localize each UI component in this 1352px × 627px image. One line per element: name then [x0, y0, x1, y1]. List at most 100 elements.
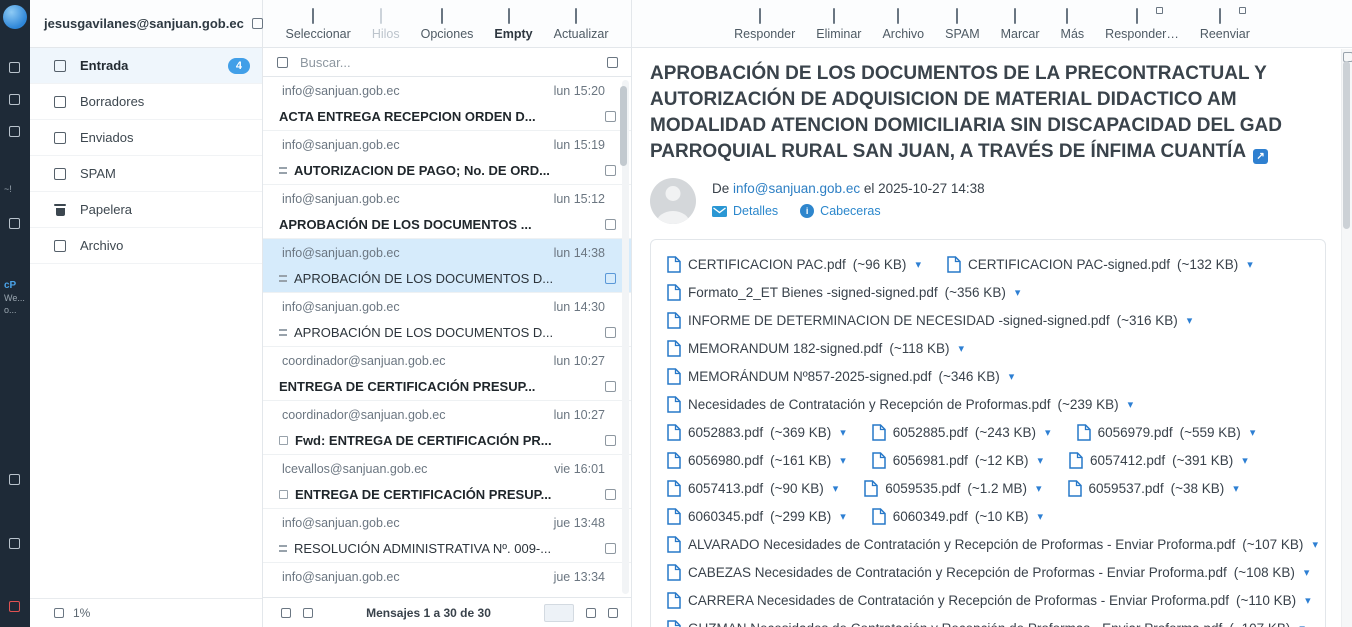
flag-checkbox[interactable] — [605, 381, 616, 392]
attachment-item[interactable]: Necesidades de Contratación y Recepción … — [667, 396, 1133, 413]
attachment-item[interactable]: CERTIFICACION PAC.pdf (~96 KB) ▾ — [667, 256, 921, 273]
attachment-item[interactable]: 6056979.pdf (~559 KB) ▾ — [1077, 424, 1256, 441]
list-options-icon[interactable] — [303, 608, 313, 618]
attachment-item[interactable]: 6060345.pdf (~299 KB) ▾ — [667, 508, 846, 525]
attachment-menu-caret[interactable]: ▾ — [840, 454, 846, 467]
attachment-item[interactable]: CABEZAS Necesidades de Contratación y Re… — [667, 564, 1309, 581]
attachment-menu-caret[interactable]: ▾ — [1187, 314, 1193, 327]
flag-checkbox[interactable] — [605, 489, 616, 500]
folder-item[interactable]: Entrada 4 — [30, 48, 262, 84]
attachment-item[interactable]: ALVARADO Necesidades de Contratación y R… — [667, 536, 1318, 553]
folder-item[interactable]: Papelera — [30, 192, 262, 228]
reader-toolbar-button[interactable]: Reenviar — [1200, 7, 1250, 47]
select-all-icon[interactable] — [281, 608, 291, 618]
list-toolbar-button[interactable]: Actualizar — [554, 7, 609, 47]
reader-toolbar-button[interactable]: Más — [1061, 7, 1085, 47]
attachment-item[interactable]: CERTIFICACION PAC-signed.pdf (~132 KB) ▾ — [947, 256, 1253, 273]
attachment-menu-caret[interactable]: ▾ — [1250, 426, 1256, 439]
folder-item[interactable]: SPAM — [30, 156, 262, 192]
attachment-menu-caret[interactable]: ▾ — [1038, 510, 1044, 523]
folder-item[interactable]: Borradores — [30, 84, 262, 120]
attachment-menu-caret[interactable]: ▾ — [1128, 398, 1134, 411]
attachment-menu-caret[interactable]: ▾ — [1045, 426, 1051, 439]
page-input[interactable] — [544, 604, 574, 622]
message-row[interactable]: coordinador@sanjuan.gob.ec lun 10:27 Fwd… — [263, 401, 631, 455]
prev-page-icon[interactable] — [586, 608, 596, 618]
attachment-item[interactable]: 6059535.pdf (~1.2 MB) ▾ — [864, 480, 1041, 497]
attachment-menu-caret[interactable]: ▾ — [1312, 538, 1318, 551]
folder-item[interactable]: Archivo — [30, 228, 262, 264]
attachment-menu-caret[interactable]: ▾ — [833, 482, 839, 495]
rail-app-icon[interactable] — [9, 94, 20, 105]
search-input[interactable] — [300, 55, 595, 70]
attachment-menu-caret[interactable]: ▾ — [1009, 370, 1015, 383]
attachment-menu-caret[interactable]: ▾ — [1233, 482, 1239, 495]
list-toolbar-button[interactable]: Opciones — [421, 7, 474, 47]
flag-checkbox[interactable] — [605, 543, 616, 554]
folder-item[interactable]: Enviados — [30, 120, 262, 156]
search-options-icon[interactable] — [607, 57, 618, 68]
attachment-item[interactable]: 6060349.pdf (~10 KB) ▾ — [872, 508, 1043, 525]
attachment-item[interactable]: 6052883.pdf (~369 KB) ▾ — [667, 424, 846, 441]
next-page-icon[interactable] — [608, 608, 618, 618]
rail-app-icon[interactable] — [9, 474, 20, 485]
reader-toolbar-button[interactable]: Responder — [734, 7, 795, 47]
rail-app-icon[interactable] — [9, 218, 20, 229]
attachment-item[interactable]: 6059537.pdf (~38 KB) ▾ — [1068, 480, 1239, 497]
search-icon[interactable] — [277, 57, 288, 68]
rail-app-icon[interactable] — [9, 62, 20, 73]
rail-app-icon[interactable] — [9, 126, 20, 137]
attachment-menu-caret[interactable]: ▾ — [1015, 286, 1021, 299]
headers-button[interactable]: i Cabeceras — [800, 204, 880, 218]
attachment-menu-caret[interactable]: ▾ — [1299, 622, 1305, 627]
flag-checkbox[interactable] — [605, 165, 616, 176]
attachment-item[interactable]: 6052885.pdf (~243 KB) ▾ — [872, 424, 1051, 441]
message-row[interactable]: info@sanjuan.gob.ec lun 15:19 AUTORIZACI… — [263, 131, 631, 185]
attachment-item[interactable]: 6057412.pdf (~391 KB) ▾ — [1069, 452, 1248, 469]
attachment-menu-caret[interactable]: ▾ — [959, 342, 965, 355]
attachment-item[interactable]: CARRERA Necesidades de Contratación y Re… — [667, 592, 1311, 609]
attachment-menu-caret[interactable]: ▾ — [840, 426, 846, 439]
reader-toolbar-button[interactable]: Archivo — [882, 7, 924, 47]
attachment-menu-caret[interactable]: ▾ — [1305, 594, 1311, 607]
attachment-item[interactable]: 6056981.pdf (~12 KB) ▾ — [872, 452, 1043, 469]
message-row[interactable]: info@sanjuan.gob.ec lun 15:12 APROBACIÓN… — [263, 185, 631, 239]
flag-checkbox[interactable] — [605, 111, 616, 122]
sender-email-link[interactable]: info@sanjuan.gob.ec — [733, 181, 860, 196]
list-toolbar-button[interactable]: Empty — [494, 7, 532, 47]
flag-checkbox[interactable] — [605, 327, 616, 338]
attachment-menu-caret[interactable]: ▾ — [840, 510, 846, 523]
details-button[interactable]: Detalles — [712, 204, 778, 218]
dropdown-icon[interactable] — [1156, 7, 1163, 14]
attachment-menu-caret[interactable]: ▾ — [915, 258, 921, 271]
reader-toolbar-button[interactable]: Marcar — [1001, 7, 1040, 47]
attachment-menu-caret[interactable]: ▾ — [1038, 454, 1044, 467]
attachment-item[interactable]: GUZMAN Necesidades de Contratación y Rec… — [667, 620, 1305, 627]
list-toolbar-button[interactable]: Seleccionar — [285, 7, 350, 47]
attachment-menu-caret[interactable]: ▾ — [1242, 454, 1248, 467]
message-row[interactable]: info@sanjuan.gob.ec lun 14:38 APROBACIÓN… — [263, 239, 631, 293]
reader-scrollbar-thumb[interactable] — [1343, 61, 1350, 229]
reader-toolbar-button[interactable]: SPAM — [945, 7, 980, 47]
attachment-item[interactable]: 6056980.pdf (~161 KB) ▾ — [667, 452, 846, 469]
attachment-item[interactable]: Formato_2_ET Bienes -signed-signed.pdf (… — [667, 284, 1020, 301]
message-row[interactable]: info@sanjuan.gob.ec lun 14:30 APROBACIÓN… — [263, 293, 631, 347]
list-toolbar-button[interactable]: Hilos — [372, 7, 400, 47]
message-row[interactable]: info@sanjuan.gob.ec jue 13:48 RESOLUCIÓN… — [263, 509, 631, 563]
account-menu-icon[interactable] — [252, 18, 263, 29]
external-link-icon[interactable]: ↗ — [1253, 149, 1268, 164]
message-row[interactable]: lcevallos@sanjuan.gob.ec vie 16:01 ENTRE… — [263, 455, 631, 509]
flag-checkbox[interactable] — [605, 273, 616, 284]
reader-scrollbar[interactable] — [1341, 49, 1352, 627]
dropdown-icon[interactable] — [1239, 7, 1246, 14]
attachment-menu-caret[interactable]: ▾ — [1036, 482, 1042, 495]
list-scrollbar-thumb[interactable] — [620, 86, 627, 166]
rail-app-icon[interactable] — [9, 538, 20, 549]
reader-toolbar-button[interactable]: Responder… — [1105, 7, 1179, 47]
attachment-item[interactable]: 6057413.pdf (~90 KB) ▾ — [667, 480, 838, 497]
message-row[interactable]: info@sanjuan.gob.ec jue 13:34 — [263, 563, 631, 597]
message-row[interactable]: coordinador@sanjuan.gob.ec lun 10:27 ENT… — [263, 347, 631, 401]
logout-icon[interactable] — [9, 601, 20, 612]
account-header[interactable]: jesusgavilanes@sanjuan.gob.ec — [30, 0, 262, 48]
attachment-item[interactable]: MEMORANDUM 182-signed.pdf (~118 KB) ▾ — [667, 340, 964, 357]
